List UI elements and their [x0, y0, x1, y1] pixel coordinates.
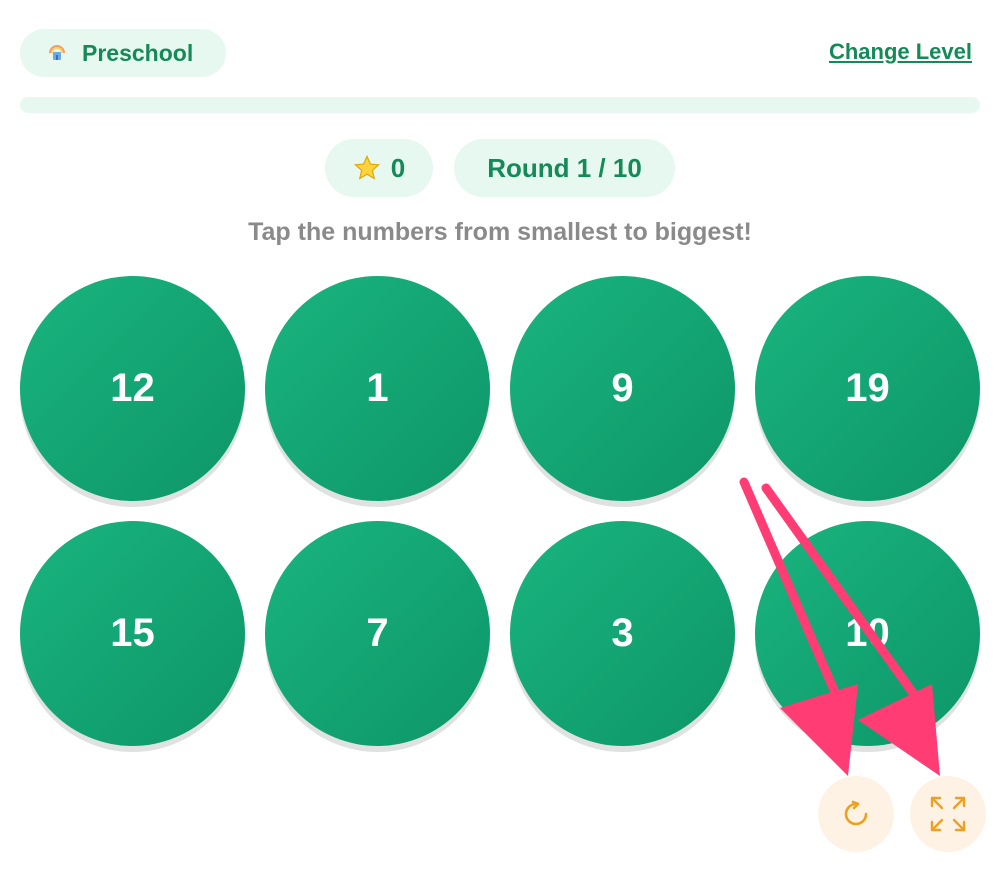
number-button[interactable]: 3 [510, 521, 735, 746]
number-grid: 12 1 9 19 15 7 3 10 [20, 276, 980, 746]
fullscreen-button[interactable] [910, 776, 986, 852]
number-button[interactable]: 19 [755, 276, 980, 501]
restart-icon [844, 800, 868, 826]
progress-bar [20, 97, 980, 113]
level-label: Preschool [82, 39, 194, 66]
instruction-text: Tap the numbers from smallest to biggest… [248, 218, 752, 246]
number-button[interactable]: 7 [265, 521, 490, 746]
score-badge: 0 [325, 139, 433, 197]
number-button[interactable]: 12 [20, 276, 245, 501]
number-button[interactable]: 9 [510, 276, 735, 501]
fullscreen-icon [930, 796, 966, 832]
score-value: 0 [390, 152, 406, 183]
number-button[interactable]: 1 [265, 276, 490, 501]
number-button[interactable]: 15 [20, 521, 245, 746]
restart-button[interactable] [818, 776, 894, 852]
change-level-link[interactable]: Change Level [829, 39, 972, 65]
star-icon [353, 154, 380, 180]
rainbow-house-icon [49, 45, 65, 60]
number-button[interactable]: 10 [755, 521, 980, 746]
round-label: Round 1 / 10 [487, 152, 642, 183]
level-badge: Preschool [20, 29, 226, 77]
round-badge: Round 1 / 10 [454, 139, 675, 197]
